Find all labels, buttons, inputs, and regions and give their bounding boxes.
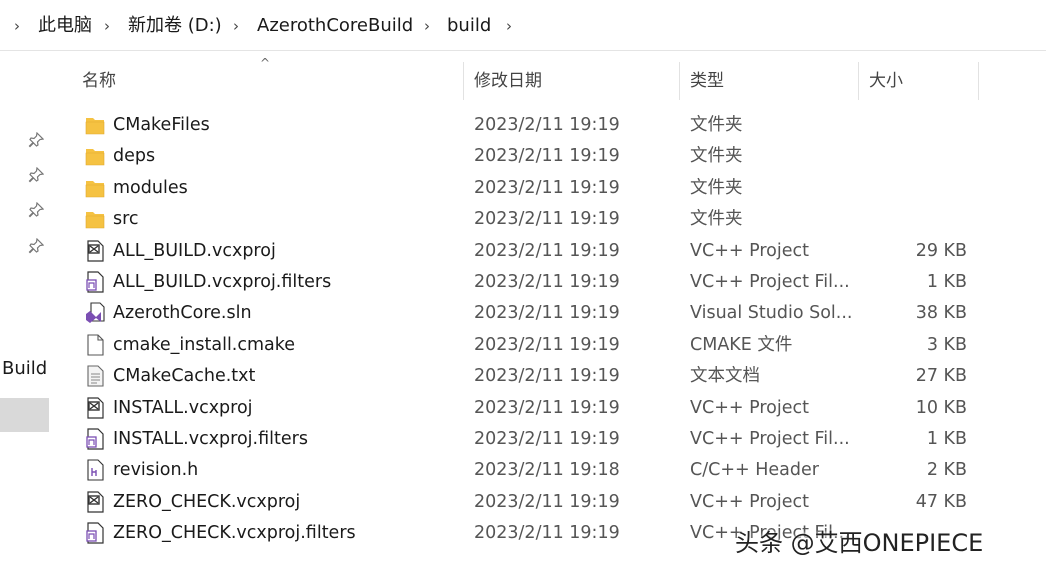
- file-size: 38 KB: [915, 303, 967, 324]
- column-header-type[interactable]: 类型: [690, 70, 724, 92]
- text-file-icon: [85, 365, 105, 387]
- file-type: 文件夹: [690, 146, 743, 167]
- file-date: 2023/2/11 19:19: [474, 146, 620, 167]
- file-row[interactable]: ALL_BUILD.vcxproj.filters 2023/2/11 19:19…: [0, 267, 1046, 298]
- file-date: 2023/2/11 19:19: [474, 366, 620, 387]
- file-name: revision.h: [113, 460, 199, 481]
- file-row[interactable]: src 2023/2/11 19:19 文件夹: [0, 204, 1046, 235]
- file-size: 29 KB: [915, 240, 967, 261]
- file-type: 文件夹: [690, 177, 743, 198]
- folder-icon: [85, 208, 105, 230]
- breadcrumb-item-azerothcorebuild[interactable]: AzerothCoreBuild: [257, 15, 413, 37]
- breadcrumb-item-build[interactable]: build: [447, 15, 491, 37]
- file-type: VC++ Project Fil...: [690, 429, 850, 449]
- vcxproj-icon: [85, 396, 105, 419]
- column-header-size[interactable]: 大小: [869, 70, 903, 92]
- column-divider[interactable]: [679, 62, 680, 100]
- breadcrumb-separator: ›: [233, 17, 239, 35]
- file-type: 文件夹: [690, 209, 743, 230]
- filters-icon: [85, 271, 105, 293]
- file-date: 2023/2/11 19:19: [474, 491, 620, 512]
- filters-icon: [85, 428, 105, 450]
- file-name: CMakeFiles: [113, 115, 210, 135]
- file-size: 47 KB: [915, 491, 967, 512]
- breadcrumb-separator: ›: [14, 17, 20, 35]
- file-date: 2023/2/11 19:19: [474, 429, 620, 449]
- breadcrumb-separator: ›: [104, 17, 110, 35]
- file-size: 10 KB: [915, 397, 967, 418]
- file-size: 3 KB: [926, 334, 967, 355]
- file-row[interactable]: CMakeCache.txt 2023/2/11 19:19 文本文档 27 KB: [0, 361, 1046, 392]
- file-name: ALL_BUILD.vcxproj: [113, 240, 276, 261]
- file-size: 27 KB: [915, 366, 967, 387]
- file-name: AzerothCore.sln: [113, 303, 252, 324]
- file-row[interactable]: cmake_install.cmake 2023/2/11 19:19 CMAKE …: [0, 330, 1046, 361]
- sln-icon: [85, 302, 105, 324]
- file-row[interactable]: revision.h 2023/2/11 19:18 C/C++ Header 2 K…: [0, 455, 1046, 486]
- file-name: modules: [113, 177, 188, 198]
- sort-ascending-icon: ^: [260, 56, 271, 70]
- file-name: INSTALL.vcxproj.filters: [113, 429, 308, 449]
- file-type: VC++ Project Fil...: [690, 272, 850, 292]
- breadcrumb-item-drive[interactable]: 新加卷 (D:): [128, 15, 222, 37]
- file-type: VC++ Project: [690, 397, 809, 418]
- file-name: ZERO_CHECK.vcxproj.filters: [113, 523, 356, 544]
- file-name: deps: [113, 146, 156, 167]
- file-name: ZERO_CHECK.vcxproj: [113, 491, 301, 512]
- blank-file-icon: [85, 334, 105, 356]
- file-name: ALL_BUILD.vcxproj.filters: [113, 272, 332, 292]
- file-date: 2023/2/11 19:19: [474, 334, 620, 355]
- column-divider[interactable]: [858, 62, 859, 100]
- file-date: 2023/2/11 19:19: [474, 240, 620, 261]
- file-row[interactable]: ALL_BUILD.vcxproj 2023/2/11 19:19 VC++ Pro…: [0, 236, 1046, 267]
- column-header-name[interactable]: 名称: [82, 70, 116, 92]
- file-type: VC++ Project: [690, 491, 809, 512]
- file-date: 2023/2/11 19:19: [474, 272, 620, 292]
- column-header-date[interactable]: 修改日期: [474, 70, 542, 92]
- file-type: 文本文档: [690, 366, 760, 387]
- file-row[interactable]: INSTALL.vcxproj.filters 2023/2/11 19:19 VC…: [0, 424, 1046, 455]
- file-size: 1 KB: [926, 272, 967, 292]
- breadcrumb-item-this-pc[interactable]: 此电脑: [38, 15, 92, 37]
- file-row[interactable]: AzerothCore.sln 2023/2/11 19:19 Visual Stu…: [0, 298, 1046, 329]
- watermark: 头条 @艾西ONEPIECE: [735, 529, 984, 557]
- file-name: src: [113, 209, 139, 230]
- file-date: 2023/2/11 19:18: [474, 460, 620, 481]
- file-row[interactable]: ZERO_CHECK.vcxproj 2023/2/11 19:19 VC++ Pr…: [0, 487, 1046, 518]
- file-date: 2023/2/11 19:19: [474, 115, 620, 135]
- file-size: 2 KB: [926, 460, 967, 481]
- file-size: 1 KB: [926, 429, 967, 449]
- file-type: 文件夹: [690, 115, 743, 135]
- filters-icon: [85, 522, 105, 544]
- breadcrumb-separator: ›: [506, 17, 512, 35]
- file-row[interactable]: INSTALL.vcxproj 2023/2/11 19:19 VC++ Proje…: [0, 393, 1046, 424]
- file-date: 2023/2/11 19:19: [474, 523, 620, 544]
- file-date: 2023/2/11 19:19: [474, 177, 620, 198]
- header-file-icon: [85, 459, 105, 481]
- file-row[interactable]: modules 2023/2/11 19:19 文件夹: [0, 173, 1046, 204]
- folder-icon: [85, 177, 105, 199]
- folder-icon: [85, 145, 105, 167]
- column-divider[interactable]: [463, 62, 464, 100]
- file-type: VC++ Project: [690, 240, 809, 261]
- file-type: C/C++ Header: [690, 460, 819, 481]
- file-type: Visual Studio Sol...: [690, 303, 853, 324]
- breadcrumb-separator: ›: [424, 17, 430, 35]
- vcxproj-icon: [85, 239, 105, 262]
- file-date: 2023/2/11 19:19: [474, 303, 620, 324]
- file-row[interactable]: CMakeFiles 2023/2/11 19:19 文件夹: [0, 110, 1046, 141]
- file-row[interactable]: deps 2023/2/11 19:19 文件夹: [0, 141, 1046, 172]
- file-type: CMAKE 文件: [690, 334, 793, 355]
- file-date: 2023/2/11 19:19: [474, 397, 620, 418]
- folder-icon: [85, 114, 105, 136]
- file-name: INSTALL.vcxproj: [113, 397, 253, 418]
- file-date: 2023/2/11 19:19: [474, 209, 620, 230]
- file-name: cmake_install.cmake: [113, 334, 296, 355]
- address-bar[interactable]: › 此电脑 › 新加卷 (D:) › AzerothCoreBuild › bu…: [0, 0, 1046, 51]
- file-name: CMakeCache.txt: [113, 366, 256, 387]
- vcxproj-icon: [85, 491, 105, 513]
- column-divider[interactable]: [978, 62, 979, 100]
